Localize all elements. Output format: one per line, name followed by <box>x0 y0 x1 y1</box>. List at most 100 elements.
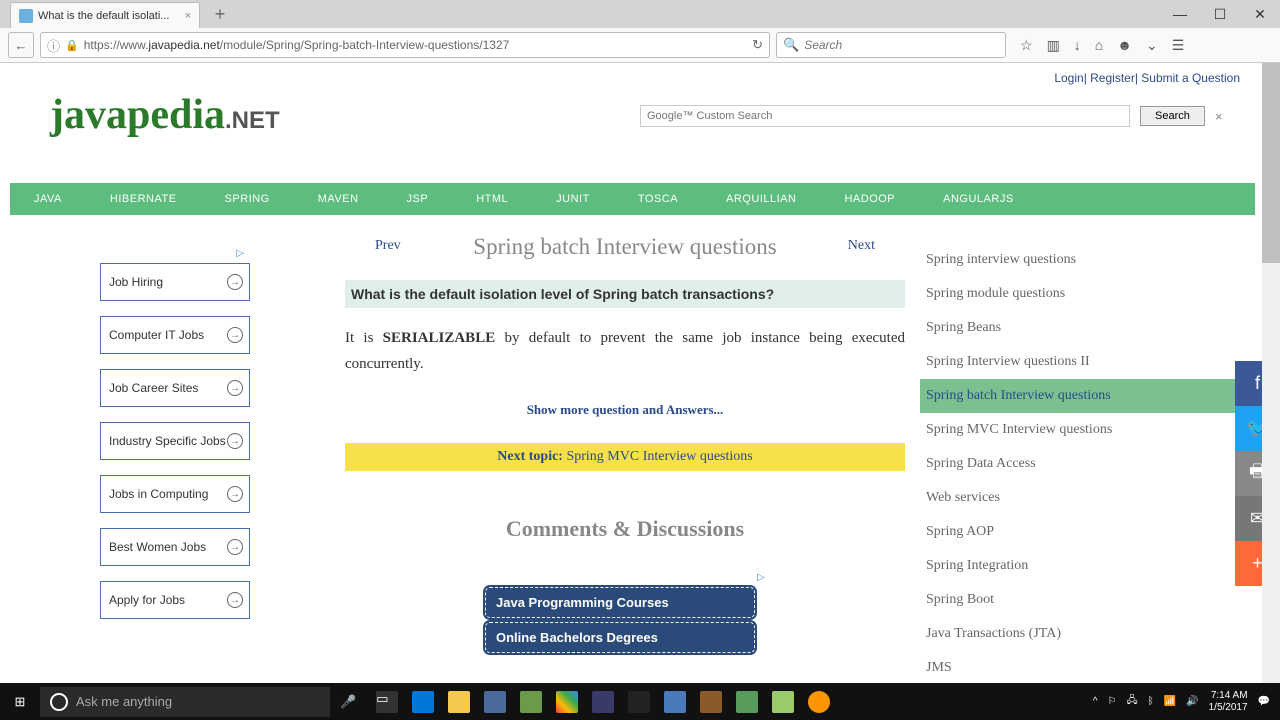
close-search-icon[interactable]: × <box>1215 109 1223 124</box>
ad-link[interactable]: Job Career Sites→ <box>100 369 250 407</box>
home-icon[interactable]: ⌂ <box>1095 37 1103 53</box>
sidebar-item[interactable]: Spring interview questions <box>920 243 1255 277</box>
ad-link[interactable]: Apply for Jobs→ <box>100 581 250 619</box>
tab-title: What is the default isolati... <box>38 10 169 22</box>
prev-link[interactable]: Prev <box>375 238 401 254</box>
ad-link[interactable]: Best Women Jobs→ <box>100 528 250 566</box>
notifications-icon[interactable]: 💬 <box>1258 696 1270 707</box>
explorer-icon[interactable] <box>448 691 470 713</box>
start-button[interactable]: ⊞ <box>0 683 40 720</box>
sidebar-item[interactable]: Spring Boot <box>920 583 1255 617</box>
task-view-icon[interactable]: ▭ <box>376 691 398 713</box>
sidebar: Spring interview questionsSpring module … <box>920 243 1255 683</box>
app-icon[interactable] <box>700 691 722 713</box>
sidebar-item[interactable]: Spring Interview questions II <box>920 345 1255 379</box>
lock-icon: 🔒 <box>65 39 79 52</box>
sidebar-item[interactable]: Spring AOP <box>920 515 1255 549</box>
eclipse-icon[interactable] <box>592 691 614 713</box>
bluetooth-icon[interactable]: ᛒ <box>1148 696 1154 707</box>
tab-close-icon[interactable]: × <box>185 10 191 22</box>
window-maximize-button[interactable]: ☐ <box>1200 0 1240 28</box>
sidebar-item[interactable]: Spring MVC Interview questions <box>920 413 1255 447</box>
site-logo[interactable]: javapedia.NET <box>50 91 280 139</box>
page-scrollbar[interactable] <box>1262 63 1280 683</box>
scrollbar-thumb[interactable] <box>1262 63 1280 263</box>
menu-item[interactable]: MAVEN <box>294 193 383 205</box>
terminal-icon[interactable] <box>628 691 650 713</box>
menu-item[interactable]: SPRING <box>201 193 294 205</box>
app-icon[interactable] <box>664 691 686 713</box>
app-icon[interactable] <box>736 691 758 713</box>
volume-icon[interactable]: 🔊 <box>1186 696 1198 707</box>
app-icon[interactable] <box>484 691 506 713</box>
menu-item[interactable]: HTML <box>452 193 532 205</box>
url-bar[interactable]: ⓘ 🔒 https://www.javapedia.net/module/Spr… <box>40 32 770 58</box>
browser-search-bar[interactable]: 🔍 <box>776 32 1006 58</box>
sidebar-item[interactable]: Spring Integration <box>920 549 1255 583</box>
menu-item[interactable]: JUNIT <box>532 193 614 205</box>
menu-item[interactable]: ARQUILLIAN <box>702 193 820 205</box>
menu-item[interactable]: JAVA <box>10 193 86 205</box>
pocket-icon[interactable]: ⌄ <box>1146 37 1158 54</box>
ad-link[interactable]: Computer IT Jobs→ <box>100 316 250 354</box>
menu-item[interactable]: HIBERNATE <box>86 193 201 205</box>
mic-icon[interactable]: 🎤 <box>340 694 356 710</box>
edge-icon[interactable] <box>412 691 434 713</box>
ad-link[interactable]: Job Hiring→ <box>100 263 250 301</box>
page-title: Spring batch Interview questions <box>345 234 905 260</box>
smile-icon[interactable]: ☻ <box>1117 37 1132 53</box>
window-close-button[interactable]: ✕ <box>1240 0 1280 28</box>
menu-item[interactable]: HADOOP <box>820 193 919 205</box>
app-icon[interactable] <box>520 691 542 713</box>
cortana-search[interactable]: Ask me anything <box>40 687 330 717</box>
library-icon[interactable]: ▥ <box>1047 37 1060 54</box>
firefox-icon[interactable] <box>808 691 830 713</box>
sidebar-item[interactable]: Spring batch Interview questions <box>920 379 1255 413</box>
sidebar-item[interactable]: Spring module questions <box>920 277 1255 311</box>
notepad-icon[interactable] <box>772 691 794 713</box>
next-link[interactable]: Next <box>848 238 875 254</box>
back-button[interactable]: ← <box>8 32 34 58</box>
left-ads: ▷ Job Hiring→ Computer IT Jobs→ Job Career… <box>100 248 250 619</box>
login-link[interactable]: Login <box>1054 71 1083 85</box>
ad-button[interactable]: Online Bachelors Degrees <box>485 622 755 653</box>
clock[interactable]: 7:14 AM 1/5/2017 <box>1209 690 1248 714</box>
new-tab-button[interactable]: + <box>208 2 232 26</box>
custom-search-input[interactable] <box>640 105 1130 127</box>
tray-icon[interactable]: ⚐ <box>1108 696 1117 707</box>
ad-button[interactable]: Java Programming Courses <box>485 587 755 618</box>
ad-marker-icon[interactable]: ▷ <box>236 248 244 259</box>
info-icon[interactable]: ⓘ <box>47 36 60 55</box>
reload-button[interactable]: ↻ <box>752 37 763 53</box>
browser-search-input[interactable] <box>804 38 999 52</box>
sidebar-item[interactable]: Java Transactions (JTA) <box>920 617 1255 651</box>
downloads-icon[interactable]: ↓ <box>1074 37 1081 53</box>
bookmark-star-icon[interactable]: ☆ <box>1020 37 1033 54</box>
submit-question-link[interactable]: Submit a Question <box>1141 71 1240 85</box>
next-topic-bar[interactable]: Next topic: Spring MVC Interview questio… <box>345 443 905 471</box>
question-text: What is the default isolation level of S… <box>345 280 905 308</box>
show-more-link[interactable]: Show more question and Answers... <box>345 402 905 418</box>
sidebar-item[interactable]: Web services <box>920 481 1255 515</box>
network-icon[interactable]: 🖧 <box>1127 693 1138 710</box>
ad-link[interactable]: Jobs in Computing→ <box>100 475 250 513</box>
url-text: https://www.javapedia.net/module/Spring/… <box>84 38 747 52</box>
tray-chevron-icon[interactable]: ^ <box>1093 696 1098 707</box>
ad-marker-icon[interactable]: ▷ <box>757 572 905 583</box>
wifi-icon[interactable]: 📶 <box>1164 696 1176 707</box>
browser-tab[interactable]: What is the default isolati... × <box>10 2 200 28</box>
register-link[interactable]: Register <box>1090 71 1135 85</box>
window-minimize-button[interactable]: — <box>1160 0 1200 28</box>
menu-icon[interactable]: ☰ <box>1172 37 1185 54</box>
sidebar-item[interactable]: Spring Data Access <box>920 447 1255 481</box>
menu-item[interactable]: JSP <box>383 193 453 205</box>
sidebar-item[interactable]: JMS <box>920 651 1255 683</box>
chrome-icon[interactable] <box>556 691 578 713</box>
browser-navbar: ← ⓘ 🔒 https://www.javapedia.net/module/S… <box>0 28 1280 63</box>
search-button[interactable]: Search <box>1140 106 1205 126</box>
arrow-icon: → <box>227 433 243 449</box>
menu-item[interactable]: ANGULARJS <box>919 193 1038 205</box>
sidebar-item[interactable]: Spring Beans <box>920 311 1255 345</box>
menu-item[interactable]: TOSCA <box>614 193 702 205</box>
ad-link[interactable]: Industry Specific Jobs→ <box>100 422 250 460</box>
